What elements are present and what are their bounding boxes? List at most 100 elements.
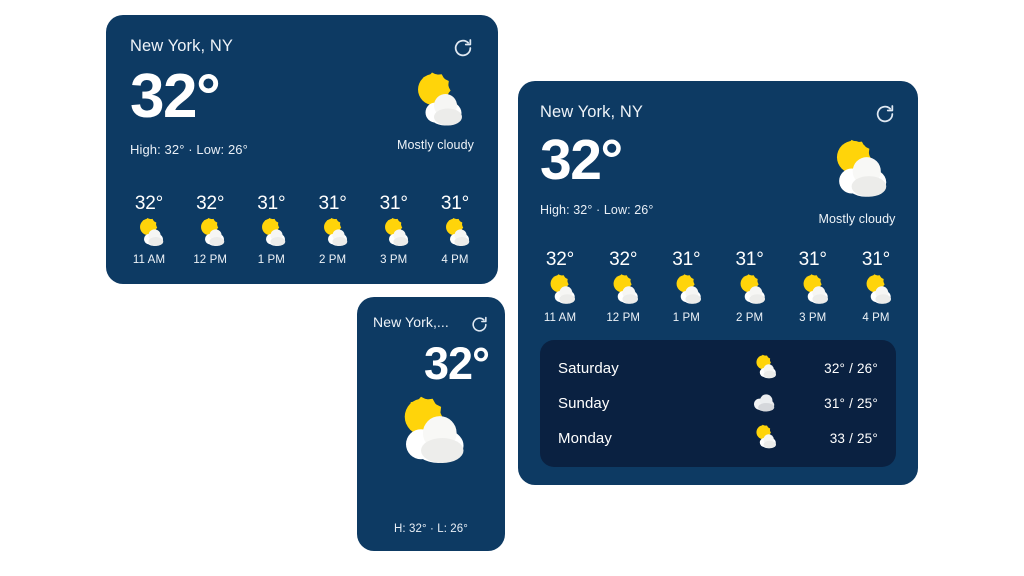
condition-block: Mostly cloudy xyxy=(397,67,474,152)
hourly-temp: 31° xyxy=(672,249,701,270)
weather-widget-small[interactable]: New York,... 32° H: 32° · L: 26° xyxy=(357,297,505,551)
day-label: Sunday xyxy=(558,395,610,412)
day-icon-wrap xyxy=(742,422,786,456)
layout-spacer xyxy=(540,226,896,249)
sun-behind-cloud-icon xyxy=(436,215,474,254)
current-conditions: 32° High: 32° · Low: 26° Mostly cloudy xyxy=(540,128,896,226)
hourly-item[interactable]: 31° 3 PM xyxy=(793,249,833,324)
day-icon-wrap xyxy=(742,352,786,386)
hourly-time: 12 PM xyxy=(193,254,228,266)
current-conditions: 32° High: 32° · Low: 26° Mostly cloudy xyxy=(130,62,474,157)
sun-behind-cloud-icon xyxy=(748,422,780,456)
widget-header: New York, NY xyxy=(130,37,474,59)
cloud-icon xyxy=(748,387,780,421)
current-temp-block: 32° High: 32° · Low: 26° xyxy=(540,128,654,217)
location-label: New York,... xyxy=(373,314,449,330)
refresh-icon[interactable] xyxy=(874,103,896,125)
hourly-item[interactable]: 31° 4 PM xyxy=(436,193,474,266)
daily-row[interactable]: Sunday 31° / 25° xyxy=(558,386,878,421)
condition-label: Mostly cloudy xyxy=(818,212,896,226)
current-temp-block: 32° High: 32° · Low: 26° xyxy=(130,62,248,157)
condition-block: Mostly cloudy xyxy=(818,133,896,226)
hourly-temp: 32° xyxy=(196,193,225,214)
hourly-item[interactable]: 32° 12 PM xyxy=(191,193,229,266)
location-label: New York, NY xyxy=(130,37,233,55)
day-high-low: 31° / 25° xyxy=(824,396,878,411)
current-temperature: 32° xyxy=(423,338,490,389)
sun-behind-cloud-icon xyxy=(856,271,896,312)
layout-spacer xyxy=(373,473,489,523)
hourly-time: 11 AM xyxy=(132,254,166,266)
refresh-icon[interactable] xyxy=(452,37,474,59)
wallpaper-canvas: New York, NY 32° High: 32° · Low: 26° Mo… xyxy=(0,0,1024,576)
daily-forecast-panel: Saturday 32° / 26° Sunday 31° / 25° Mond… xyxy=(540,340,896,467)
sun-behind-cloud-icon xyxy=(818,133,896,208)
hourly-time: 1 PM xyxy=(672,312,700,324)
sun-behind-cloud-icon xyxy=(540,271,580,312)
hourly-forecast-large: 32° 11 AM 32° 12 PM 31° 1 PM 31° 2 PM 31… xyxy=(540,249,896,324)
hourly-time: 2 PM xyxy=(735,312,764,324)
refresh-icon[interactable] xyxy=(470,315,489,334)
sun-behind-cloud-icon xyxy=(130,215,168,254)
hourly-temp: 31° xyxy=(440,193,469,214)
widget-header: New York,... xyxy=(373,314,489,334)
hourly-temp: 32° xyxy=(609,249,638,270)
hourly-temp: 31° xyxy=(257,193,286,214)
widget-header: New York, NY xyxy=(540,103,896,125)
hourly-item[interactable]: 32° 12 PM xyxy=(603,249,643,324)
day-high-low: 32° / 26° xyxy=(824,361,878,376)
high-low-label: H: 32° · L: 26° xyxy=(394,523,468,535)
sun-behind-cloud-icon xyxy=(386,388,476,473)
hourly-item[interactable]: 31° 3 PM xyxy=(375,193,413,266)
hourly-item[interactable]: 31° 4 PM xyxy=(856,249,896,324)
layout-spacer xyxy=(130,157,474,193)
hourly-time: 2 PM xyxy=(318,254,347,266)
sun-behind-cloud-icon xyxy=(666,271,706,312)
hourly-item[interactable]: 31° 2 PM xyxy=(730,249,770,324)
hourly-temp: 31° xyxy=(318,193,347,214)
sun-behind-cloud-icon xyxy=(603,271,643,312)
sun-behind-cloud-icon xyxy=(252,215,290,254)
sun-behind-cloud-icon xyxy=(748,352,780,386)
hourly-time: 3 PM xyxy=(380,254,408,266)
hourly-temp: 32° xyxy=(545,249,575,270)
hourly-time: 11 AM xyxy=(543,312,577,324)
weather-widget-large[interactable]: New York, NY 32° High: 32° · Low: 26° Mo… xyxy=(518,81,918,485)
hourly-item[interactable]: 31° 1 PM xyxy=(252,193,290,266)
hourly-temp: 31° xyxy=(861,249,890,270)
weather-widget-medium[interactable]: New York, NY 32° High: 32° · Low: 26° Mo… xyxy=(106,15,498,284)
hourly-temp: 31° xyxy=(798,249,827,270)
sun-behind-cloud-icon xyxy=(793,271,833,312)
hourly-item[interactable]: 31° 2 PM xyxy=(314,193,352,266)
condition-icon-wrap xyxy=(373,388,489,473)
hourly-temp: 31° xyxy=(735,249,764,270)
condition-label: Mostly cloudy xyxy=(396,138,474,152)
day-label: Monday xyxy=(558,430,612,447)
sun-behind-cloud-icon xyxy=(730,271,770,312)
hourly-temp: 32° xyxy=(134,193,164,214)
high-low-label: High: 32° · Low: 26° xyxy=(130,141,248,157)
hourly-time: 12 PM xyxy=(606,312,641,324)
sun-behind-cloud-icon xyxy=(399,67,471,136)
high-low-label: High: 32° · Low: 26° xyxy=(540,202,654,217)
hourly-item[interactable]: 31° 1 PM xyxy=(666,249,706,324)
hourly-item[interactable]: 32° 11 AM xyxy=(540,249,580,324)
day-high-low: 33 / 25° xyxy=(829,431,878,446)
sun-behind-cloud-icon xyxy=(191,215,229,254)
hourly-temp: 31° xyxy=(379,193,408,214)
hourly-time: 4 PM xyxy=(862,312,890,324)
current-temperature: 32° xyxy=(540,128,623,192)
hourly-forecast-medium: 32° 11 AM 32° 12 PM 31° 1 PM 31° 2 PM 31… xyxy=(130,193,474,266)
day-label: Saturday xyxy=(558,360,619,377)
hourly-time: 4 PM xyxy=(441,254,469,266)
day-icon-wrap xyxy=(742,387,786,421)
hourly-time: 1 PM xyxy=(257,254,285,266)
daily-row[interactable]: Monday 33 / 25° xyxy=(558,421,878,456)
hourly-item[interactable]: 32° 11 AM xyxy=(130,193,168,266)
hourly-time: 3 PM xyxy=(799,312,827,324)
current-temperature: 32° xyxy=(130,62,221,131)
sun-behind-cloud-icon xyxy=(314,215,352,254)
sun-behind-cloud-icon xyxy=(375,215,413,254)
daily-row[interactable]: Saturday 32° / 26° xyxy=(558,351,878,386)
location-label: New York, NY xyxy=(540,103,643,121)
